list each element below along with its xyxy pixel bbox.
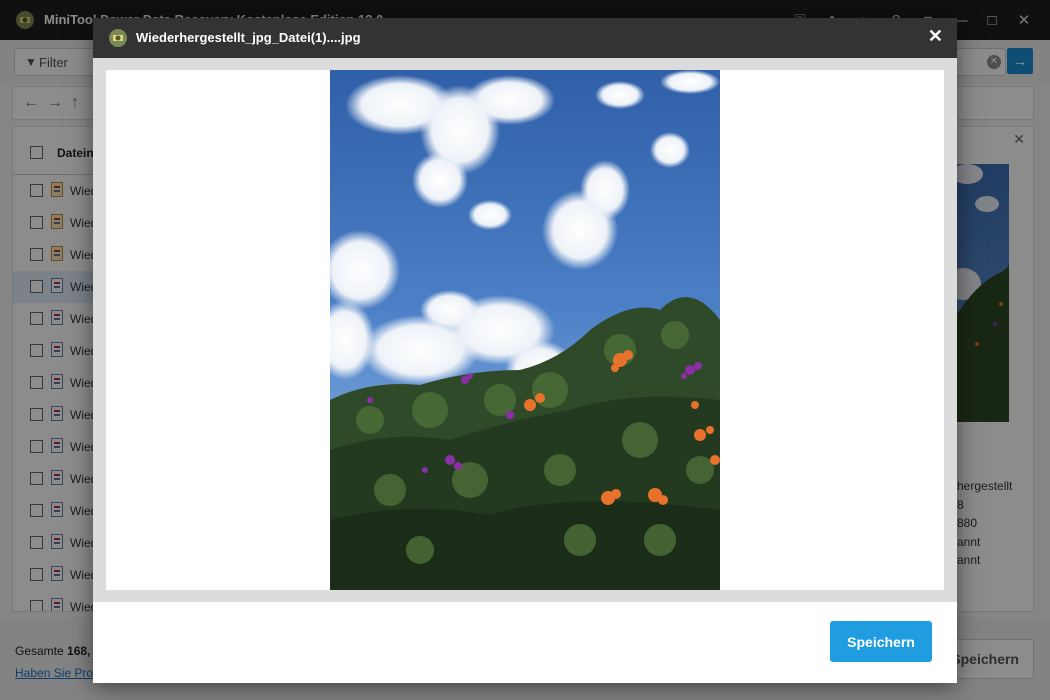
preview-image xyxy=(330,70,720,590)
close-icon[interactable]: ✕ xyxy=(928,26,943,47)
preview-dialog-header: Wiederhergestellt_jpg_Datei(1)....jpg ✕ xyxy=(93,18,957,58)
preview-canvas xyxy=(106,70,944,590)
save-button[interactable]: Speichern xyxy=(830,621,932,662)
preview-area xyxy=(93,58,957,602)
photo-sky-bougainvillea xyxy=(330,70,720,590)
preview-dialog-title: Wiederhergestellt_jpg_Datei(1)....jpg xyxy=(136,30,361,45)
preview-dialog: Wiederhergestellt_jpg_Datei(1)....jpg ✕ xyxy=(93,18,957,683)
app-logo-icon xyxy=(109,29,127,47)
